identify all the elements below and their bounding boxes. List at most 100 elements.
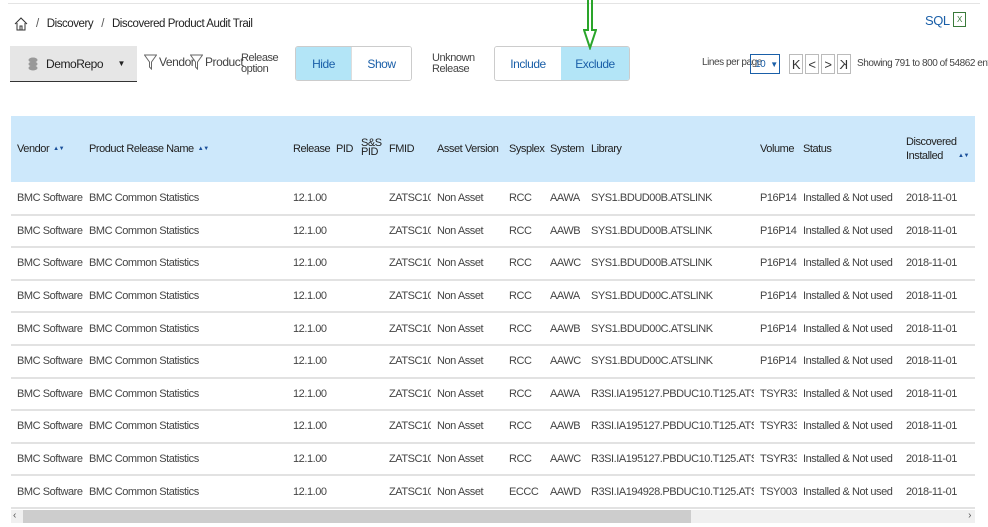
table-row[interactable]: BMC Software BMC Common Statistics 12.1.00…	[11, 475, 975, 509]
table-cell: BMC Software	[11, 410, 83, 444]
table-cell: 12.1.00	[287, 312, 330, 346]
show-button[interactable]: Show	[351, 47, 411, 80]
column-header[interactable]: Product Release Name ▲▼	[83, 116, 287, 182]
table-row[interactable]: BMC Software BMC Common Statistics 12.1.00…	[11, 442, 975, 477]
table-cell: Installed & Not used	[797, 214, 900, 249]
sql-button[interactable]: SQL	[925, 13, 950, 28]
scrollbar-thumb[interactable]	[23, 510, 691, 523]
table-cell: P16P14	[754, 214, 797, 249]
hide-button[interactable]: Hide	[296, 47, 352, 80]
table-cell: Installed & Not used	[797, 410, 900, 444]
audit-table: Vendor ▲▼ Product Release Name ▲▼ Release PID…	[11, 116, 975, 509]
table-cell	[355, 344, 383, 379]
table-cell: TSYR33	[754, 442, 797, 477]
table-row[interactable]: BMC Software BMC Common Statistics 12.1.00…	[11, 410, 975, 444]
table-cell: Non Asset	[431, 279, 503, 314]
home-icon[interactable]	[14, 17, 28, 31]
caret-down-icon: ▼	[117, 59, 126, 68]
sort-icon[interactable]: ▲▼	[53, 146, 64, 152]
table-cell: Non Asset	[431, 214, 503, 249]
table-cell: AAWB	[544, 214, 585, 249]
table-cell: Installed & Not used	[797, 475, 900, 509]
exclude-button[interactable]: Exclude	[561, 47, 629, 80]
first-page-button[interactable]: K	[789, 54, 803, 74]
table-cell: 2018-11-01	[900, 344, 975, 379]
table-cell	[355, 182, 383, 216]
vendor-filter-button[interactable]: Vendor	[144, 54, 195, 70]
table-row[interactable]: BMC Software BMC Common Statistics 12.1.00…	[11, 214, 975, 249]
excel-icon[interactable]: X	[953, 12, 966, 27]
table-cell: Installed & Not used	[797, 247, 900, 281]
table-cell: R3SI.IA195127.PBDUC10.T125.ATSLINK	[585, 410, 754, 444]
lines-per-page-select[interactable]: 10 ▼	[750, 54, 780, 74]
annotation-arrow-icon	[583, 0, 597, 50]
horizontal-scrollbar[interactable]: ‹ ›	[11, 510, 975, 523]
table-row[interactable]: BMC Software BMC Common Statistics 12.1.00…	[11, 279, 975, 314]
column-header: System	[544, 116, 585, 182]
prev-page-button[interactable]: <	[805, 54, 819, 74]
include-button[interactable]: Include	[495, 47, 562, 80]
column-header-label: Sysplex	[509, 143, 545, 155]
table-row[interactable]: BMC Software BMC Common Statistics 12.1.00…	[11, 377, 975, 412]
column-header: Status	[797, 116, 900, 182]
table-cell: 2018-11-01	[900, 312, 975, 346]
scroll-right-icon[interactable]: ›	[968, 510, 971, 521]
table-row[interactable]: BMC Software BMC Common Statistics 12.1.00…	[11, 344, 975, 379]
table-cell	[330, 182, 355, 216]
column-header-label: Release	[293, 143, 331, 155]
table-cell	[330, 214, 355, 249]
column-header-label: Volume	[760, 143, 794, 155]
table-cell: ZATSC10	[383, 410, 431, 444]
table-cell: BMC Software	[11, 214, 83, 249]
product-filter-button[interactable]: Product	[190, 54, 244, 70]
unknown-release-toggle: Include Exclude	[494, 46, 630, 81]
table-cell	[330, 475, 355, 509]
table-cell	[355, 377, 383, 412]
table-cell: AAWB	[544, 312, 585, 346]
table-cell: 2018-11-01	[900, 377, 975, 412]
table-cell: 12.1.00	[287, 247, 330, 281]
table-cell: BMC Software	[11, 312, 83, 346]
table-cell: P16P14	[754, 312, 797, 346]
table-cell: Non Asset	[431, 410, 503, 444]
table-row[interactable]: BMC Software BMC Common Statistics 12.1.00…	[11, 247, 975, 281]
table-cell: Installed & Not used	[797, 182, 900, 216]
next-page-button[interactable]: >	[821, 54, 835, 74]
table-cell: Installed & Not used	[797, 344, 900, 379]
table-cell: ZATSC10	[383, 312, 431, 346]
table-cell: Non Asset	[431, 182, 503, 216]
table-cell: ZATSC10	[383, 247, 431, 281]
table-cell	[355, 410, 383, 444]
table-cell: P16P14	[754, 182, 797, 216]
last-page-button[interactable]: K	[837, 54, 851, 74]
table-cell: Non Asset	[431, 312, 503, 346]
table-cell	[330, 312, 355, 346]
breadcrumb-discovery[interactable]: Discovery	[47, 18, 94, 30]
table-cell: Installed & Not used	[797, 442, 900, 477]
table-cell: 12.1.00	[287, 182, 330, 216]
column-header[interactable]: Discovered Installed ▲▼	[900, 116, 975, 182]
table-cell: Installed & Not used	[797, 312, 900, 346]
table-cell: BMC Common Statistics	[83, 475, 287, 509]
table-cell: AAWD	[544, 475, 585, 509]
column-header[interactable]: Vendor ▲▼	[11, 116, 83, 182]
breadcrumb-separator: /	[36, 18, 39, 30]
breadcrumb-separator: /	[101, 18, 104, 30]
sort-icon[interactable]: ▲▼	[198, 146, 209, 152]
database-stack-icon	[28, 57, 38, 70]
table-cell: TSYR33	[754, 377, 797, 412]
table-cell: 12.1.00	[287, 377, 330, 412]
scroll-left-icon[interactable]: ‹	[13, 510, 16, 521]
sort-icon[interactable]: ▲▼	[958, 153, 969, 159]
table-row[interactable]: BMC Software BMC Common Statistics 12.1.00…	[11, 182, 975, 216]
column-header: Asset Version	[431, 116, 503, 182]
table-row[interactable]: BMC Software BMC Common Statistics 12.1.00…	[11, 312, 975, 346]
table-cell: RCC	[503, 410, 544, 444]
table-cell: Non Asset	[431, 475, 503, 509]
table-cell: 2018-11-01	[900, 279, 975, 314]
table-cell: R3SI.IA194928.PBDUC10.T125.ATSLINK	[585, 475, 754, 509]
repo-dropdown[interactable]: DemoRepo ▼	[10, 46, 137, 82]
table-cell: 12.1.00	[287, 410, 330, 444]
table-cell: 2018-11-01	[900, 475, 975, 509]
table-cell: Installed & Not used	[797, 279, 900, 314]
